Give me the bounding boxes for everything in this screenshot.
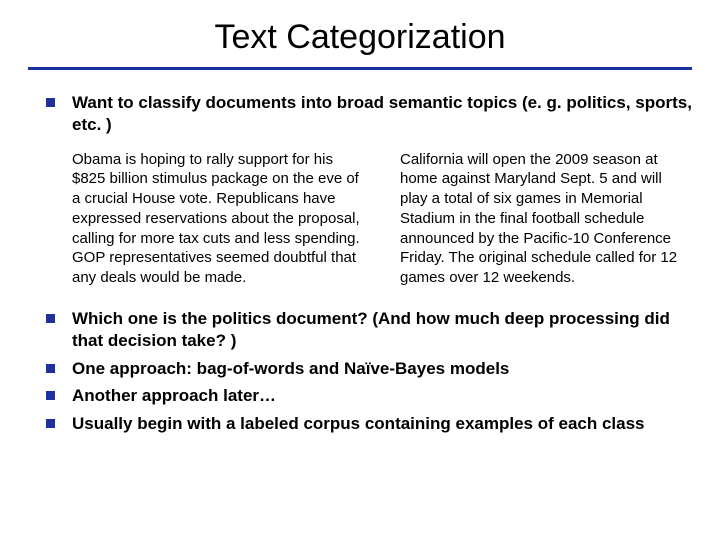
slide-title: Text Categorization [28, 18, 692, 57]
title-underline [28, 67, 692, 70]
example-sports: California will open the 2009 season at … [400, 150, 692, 289]
point-item: Usually begin with a labeled corpus cont… [46, 413, 692, 435]
point-item: Another approach later… [46, 385, 692, 407]
example-row: Obama is hoping to rally support for his… [72, 150, 692, 289]
point-item: Which one is the politics document? (And… [46, 308, 692, 352]
intro-bullet: Want to classify documents into broad se… [46, 92, 692, 136]
points-list: Which one is the politics document? (And… [28, 308, 692, 435]
example-politics: Obama is hoping to rally support for his… [72, 150, 364, 289]
intro-list: Want to classify documents into broad se… [28, 92, 692, 136]
point-item: One approach: bag-of-words and Naïve-Bay… [46, 358, 692, 380]
